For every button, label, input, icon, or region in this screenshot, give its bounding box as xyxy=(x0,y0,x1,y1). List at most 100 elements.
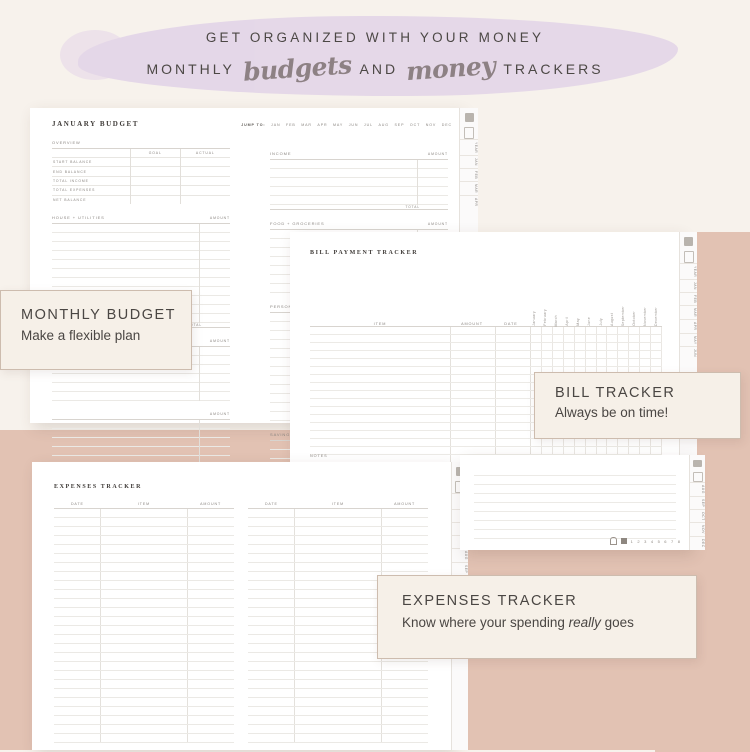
grid-icon[interactable] xyxy=(620,538,627,544)
section-line[interactable] xyxy=(52,224,230,233)
month-link-nov[interactable]: NOV xyxy=(426,123,437,127)
section-line[interactable] xyxy=(52,242,230,251)
expenses-row[interactable] xyxy=(54,725,234,734)
notes-line[interactable] xyxy=(474,512,676,521)
expenses-row[interactable] xyxy=(54,518,234,527)
pager-number-6[interactable]: 6 xyxy=(664,539,666,544)
tab-apr[interactable]: APR xyxy=(460,195,478,208)
expenses-row[interactable] xyxy=(54,536,234,545)
expenses-row[interactable] xyxy=(248,698,428,707)
section-line[interactable] xyxy=(52,429,230,438)
pager-number-3[interactable]: 3 xyxy=(644,539,646,544)
bill-row[interactable] xyxy=(310,359,663,367)
expenses-row[interactable] xyxy=(248,725,428,734)
tab-aug[interactable]: AUG xyxy=(690,481,705,496)
expenses-row[interactable] xyxy=(54,644,234,653)
month-link-apr[interactable]: APR xyxy=(317,123,327,127)
tab-jan[interactable]: JAN xyxy=(460,155,478,168)
expenses-row[interactable] xyxy=(54,626,234,635)
expenses-row[interactable] xyxy=(248,545,428,554)
expenses-row[interactable] xyxy=(54,545,234,554)
expenses-row[interactable] xyxy=(248,563,428,572)
pager-number-7[interactable]: 7 xyxy=(671,539,673,544)
tab-dec[interactable]: DEC xyxy=(690,536,705,550)
expenses-row[interactable] xyxy=(248,707,428,716)
section-line[interactable] xyxy=(52,260,230,269)
tab-may[interactable]: MAY xyxy=(680,332,697,347)
expenses-row[interactable] xyxy=(54,599,234,608)
document-icon[interactable] xyxy=(464,127,474,139)
section-line[interactable] xyxy=(52,278,230,287)
notes-line[interactable] xyxy=(474,485,676,494)
pager-number-5[interactable]: 5 xyxy=(658,539,660,544)
page-navigator[interactable]: 12345678 xyxy=(609,537,680,545)
expenses-row[interactable] xyxy=(248,527,428,536)
tab-oct[interactable]: OCT xyxy=(690,508,705,523)
tab-feb[interactable]: FEB xyxy=(460,168,478,181)
expenses-row[interactable] xyxy=(54,689,234,698)
expenses-row[interactable] xyxy=(54,608,234,617)
notes-line[interactable] xyxy=(474,521,676,530)
expenses-row[interactable] xyxy=(248,689,428,698)
document-icon[interactable] xyxy=(692,471,703,482)
tab-nov[interactable]: NOV xyxy=(690,522,705,536)
notes-page-tabstrip[interactable]: AUG SEP OCT NOV DEC xyxy=(689,455,705,550)
section-line[interactable] xyxy=(52,374,230,383)
tab-apr[interactable]: APR xyxy=(680,319,697,332)
notes-line[interactable] xyxy=(474,494,676,503)
pager-number-8[interactable]: 8 xyxy=(678,539,680,544)
tab-sep[interactable]: SEP xyxy=(690,495,705,509)
expenses-row[interactable] xyxy=(54,572,234,581)
month-link-dec[interactable]: DEC xyxy=(442,123,452,127)
notes-lined-page[interactable]: 12345678 AUG SEP OCT NOV DEC xyxy=(460,455,705,550)
expenses-row[interactable] xyxy=(248,716,428,725)
bill-row[interactable] xyxy=(310,335,663,343)
month-link-jul[interactable]: JUL xyxy=(364,123,373,127)
expenses-row[interactable] xyxy=(248,554,428,563)
tab-year[interactable]: YEAR xyxy=(460,139,478,155)
bill-row[interactable] xyxy=(310,351,663,359)
month-link-may[interactable]: MAY xyxy=(333,123,343,127)
section-line[interactable] xyxy=(270,196,448,205)
pager-number-1[interactable]: 1 xyxy=(631,539,633,544)
month-link-jun[interactable]: JUN xyxy=(349,123,359,127)
tab-feb[interactable]: FEB xyxy=(680,292,697,305)
expenses-row[interactable] xyxy=(54,716,234,725)
expenses-row[interactable] xyxy=(54,671,234,680)
expenses-row[interactable] xyxy=(54,527,234,536)
section-line[interactable] xyxy=(52,233,230,242)
section-line[interactable] xyxy=(270,178,448,187)
tab-mar[interactable]: MAR xyxy=(680,305,697,319)
expenses-row[interactable] xyxy=(248,518,428,527)
bill-row[interactable] xyxy=(310,439,663,447)
section-line[interactable] xyxy=(270,187,448,196)
square-icon[interactable] xyxy=(684,237,693,246)
expenses-row[interactable] xyxy=(54,617,234,626)
document-icon[interactable] xyxy=(683,251,694,263)
section-line[interactable] xyxy=(52,251,230,260)
notes-line[interactable] xyxy=(474,476,676,485)
section-line[interactable] xyxy=(52,438,230,447)
tab-year[interactable]: YEAR xyxy=(680,263,697,279)
expenses-row[interactable] xyxy=(248,536,428,545)
section-line[interactable] xyxy=(270,160,448,169)
notes-line[interactable] xyxy=(474,503,676,512)
expenses-row[interactable] xyxy=(248,509,428,518)
expenses-row[interactable] xyxy=(54,662,234,671)
bill-row[interactable] xyxy=(310,343,663,351)
expenses-row[interactable] xyxy=(54,680,234,689)
expenses-row[interactable] xyxy=(248,734,428,743)
month-link-aug[interactable]: AUG xyxy=(379,123,390,127)
person-icon[interactable] xyxy=(609,537,617,545)
expenses-row[interactable] xyxy=(54,554,234,563)
expenses-row[interactable] xyxy=(54,509,234,518)
month-link-oct[interactable]: OCT xyxy=(410,123,420,127)
pager-number-2[interactable]: 2 xyxy=(637,539,639,544)
section-line[interactable] xyxy=(52,447,230,456)
expenses-row[interactable] xyxy=(54,653,234,662)
bill-row[interactable] xyxy=(310,327,663,335)
square-icon[interactable] xyxy=(464,113,474,122)
expenses-row[interactable] xyxy=(54,734,234,743)
bill-row[interactable] xyxy=(310,447,663,455)
tab-jun[interactable]: JUN xyxy=(680,346,697,359)
